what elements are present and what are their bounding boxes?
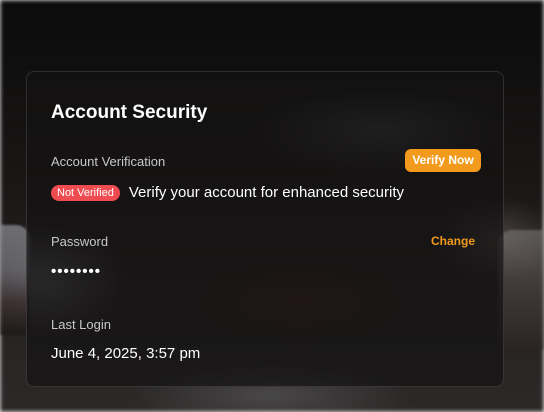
verification-status-row: Not Verified Verify your account for enh… [51, 184, 404, 201]
background-car-right [498, 230, 544, 350]
account-verification-label: Account Verification [51, 154, 166, 169]
last-login-label: Last Login [51, 317, 111, 332]
password-label: Password [51, 234, 109, 249]
change-password-link[interactable]: Change [431, 234, 475, 248]
verify-now-button[interactable]: Verify Now [405, 149, 481, 172]
password-masked-value: •••••••• [51, 263, 102, 280]
last-login-value: June 4, 2025, 3:57 pm [51, 345, 201, 362]
not-verified-badge: Not Verified [51, 184, 120, 201]
account-security-card: Account Security Account Verification Ve… [26, 71, 504, 387]
verification-status-text: Verify your account for enhanced securit… [128, 184, 405, 201]
card-title: Account Security [51, 102, 208, 123]
